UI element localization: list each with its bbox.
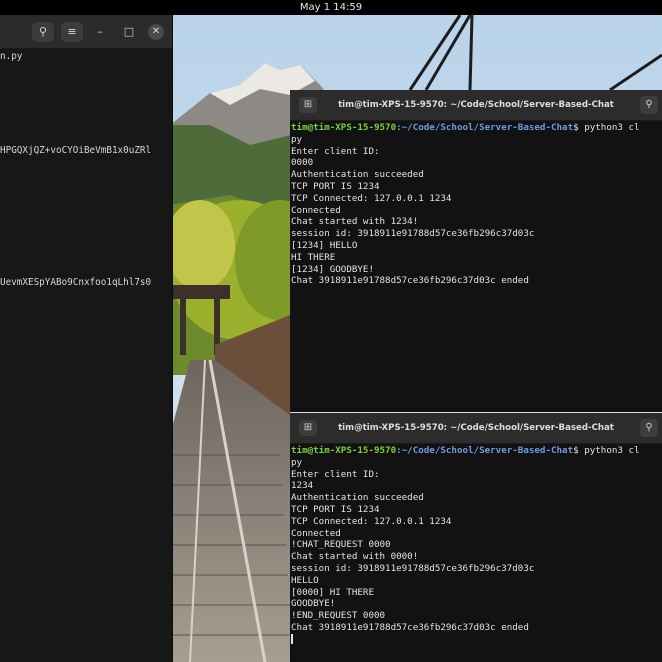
terminal-line: Chat started with 1234!	[291, 216, 419, 228]
hamburger-menu-icon[interactable]: ≡	[61, 22, 83, 42]
window-title: tim@tim-XPS-15-9570: ~/Code/School/Serve…	[338, 423, 614, 433]
terminal-line: py	[291, 133, 303, 145]
prompt-user: tim@tim-XPS-15-9570	[291, 122, 397, 133]
terminal-line: TCP Connected: 127.0.0.1 1234	[291, 192, 452, 204]
terminal-header-bar[interactable]: ⚲ ≡ – □ ✕	[0, 15, 172, 49]
terminal-line: TCP PORT IS 1234	[291, 180, 380, 192]
search-icon[interactable]: ⚲	[640, 419, 658, 437]
terminal-window-left[interactable]: ⚲ ≡ – □ ✕ n.py HPGQXjQZ+voCYOiBeVmB1x0uZ…	[0, 15, 173, 662]
terminal-line: Chat 3918911e91788d57ce36fb296c37d03c en…	[291, 621, 529, 633]
terminal-line: [1234] GOODBYE!	[291, 263, 374, 275]
terminal-line: !END_REQUEST 0000	[291, 610, 386, 622]
terminal-line: Chat started with 0000!	[291, 551, 419, 563]
terminal-line: [0000] HI THERE	[291, 586, 374, 598]
terminal-line: TCP Connected: 127.0.0.1 1234	[291, 515, 452, 527]
terminal-line: n.py	[0, 51, 23, 62]
terminal-line: HELLO	[291, 574, 319, 586]
terminal-line: Authentication succeeded	[291, 492, 424, 504]
prompt-command: $ python3 cl	[573, 445, 640, 456]
prompt-path: :~/Code/School/Server-Based-Chat	[396, 445, 574, 456]
terminal-line: HI THERE	[291, 251, 336, 263]
terminal-line: !CHAT_REQUEST 0000	[291, 539, 391, 551]
terminal-line: UevmXESpYABo9Cnxfoo1qLhl7s0	[0, 277, 152, 288]
terminal-line: Connected	[291, 527, 341, 539]
top-bar: May 1 14:59	[0, 0, 662, 15]
terminal-line: [1234] HELLO	[291, 239, 358, 251]
terminal-line: Authentication succeeded	[291, 169, 424, 181]
prompt-user: tim@tim-XPS-15-9570	[291, 445, 397, 456]
search-icon[interactable]: ⚲	[32, 22, 54, 42]
prompt-path: :~/Code/School/Server-Based-Chat	[396, 122, 574, 133]
prompt-command: $ python3 cl	[573, 122, 640, 133]
terminal-line: Connected	[291, 204, 341, 216]
terminal-line: Enter client ID:	[291, 468, 380, 480]
terminal-header-bar[interactable]: ⊞ tim@tim-XPS-15-9570: ~/Code/School/Ser…	[290, 413, 662, 444]
maximize-icon[interactable]: □	[121, 24, 137, 40]
terminal-line: Enter client ID:	[291, 145, 380, 157]
terminal-output[interactable]: tim@tim-XPS-15-9570:~/Code/School/Server…	[290, 444, 662, 647]
terminal-line: GOODBYE!	[291, 598, 336, 610]
terminal-lines: py Enter client ID: 1234 Authentication suc…	[291, 457, 662, 634]
terminal-window-client-1234[interactable]: ⊞ tim@tim-XPS-15-9570: ~/Code/School/Ser…	[290, 413, 662, 662]
terminal-line: 0000	[291, 157, 314, 169]
terminal-lines: py Enter client ID: 0000 Authentication suc…	[291, 134, 662, 287]
terminal-line: TCP PORT IS 1234	[291, 503, 380, 515]
terminal-line: Chat 3918911e91788d57ce36fb296c37d03c en…	[291, 275, 529, 287]
terminal-line: HPGQXjQZ+voCYOiBeVmB1x0uZRl	[0, 145, 152, 156]
minimize-icon[interactable]: –	[92, 24, 108, 40]
clock[interactable]: May 1 14:59	[0, 0, 662, 15]
terminal-line: session id: 3918911e91788d57ce36fb296c37…	[291, 228, 535, 240]
close-icon[interactable]: ✕	[148, 24, 164, 40]
terminal-line: session id: 3918911e91788d57ce36fb296c37…	[291, 562, 535, 574]
terminal-header-bar[interactable]: ⊞ tim@tim-XPS-15-9570: ~/Code/School/Ser…	[290, 90, 662, 121]
text-cursor	[291, 633, 293, 644]
terminal-output[interactable]: n.py HPGQXjQZ+voCYOiBeVmB1x0uZRl UevmXES…	[0, 49, 172, 651]
terminal-window-client-0000[interactable]: ⊞ tim@tim-XPS-15-9570: ~/Code/School/Ser…	[290, 90, 662, 412]
terminal-line: 1234	[291, 480, 314, 492]
search-icon[interactable]: ⚲	[640, 96, 658, 114]
terminal-line: py	[291, 456, 303, 468]
window-title: tim@tim-XPS-15-9570: ~/Code/School/Serve…	[338, 100, 614, 110]
terminal-output[interactable]: tim@tim-XPS-15-9570:~/Code/School/Server…	[290, 121, 662, 287]
